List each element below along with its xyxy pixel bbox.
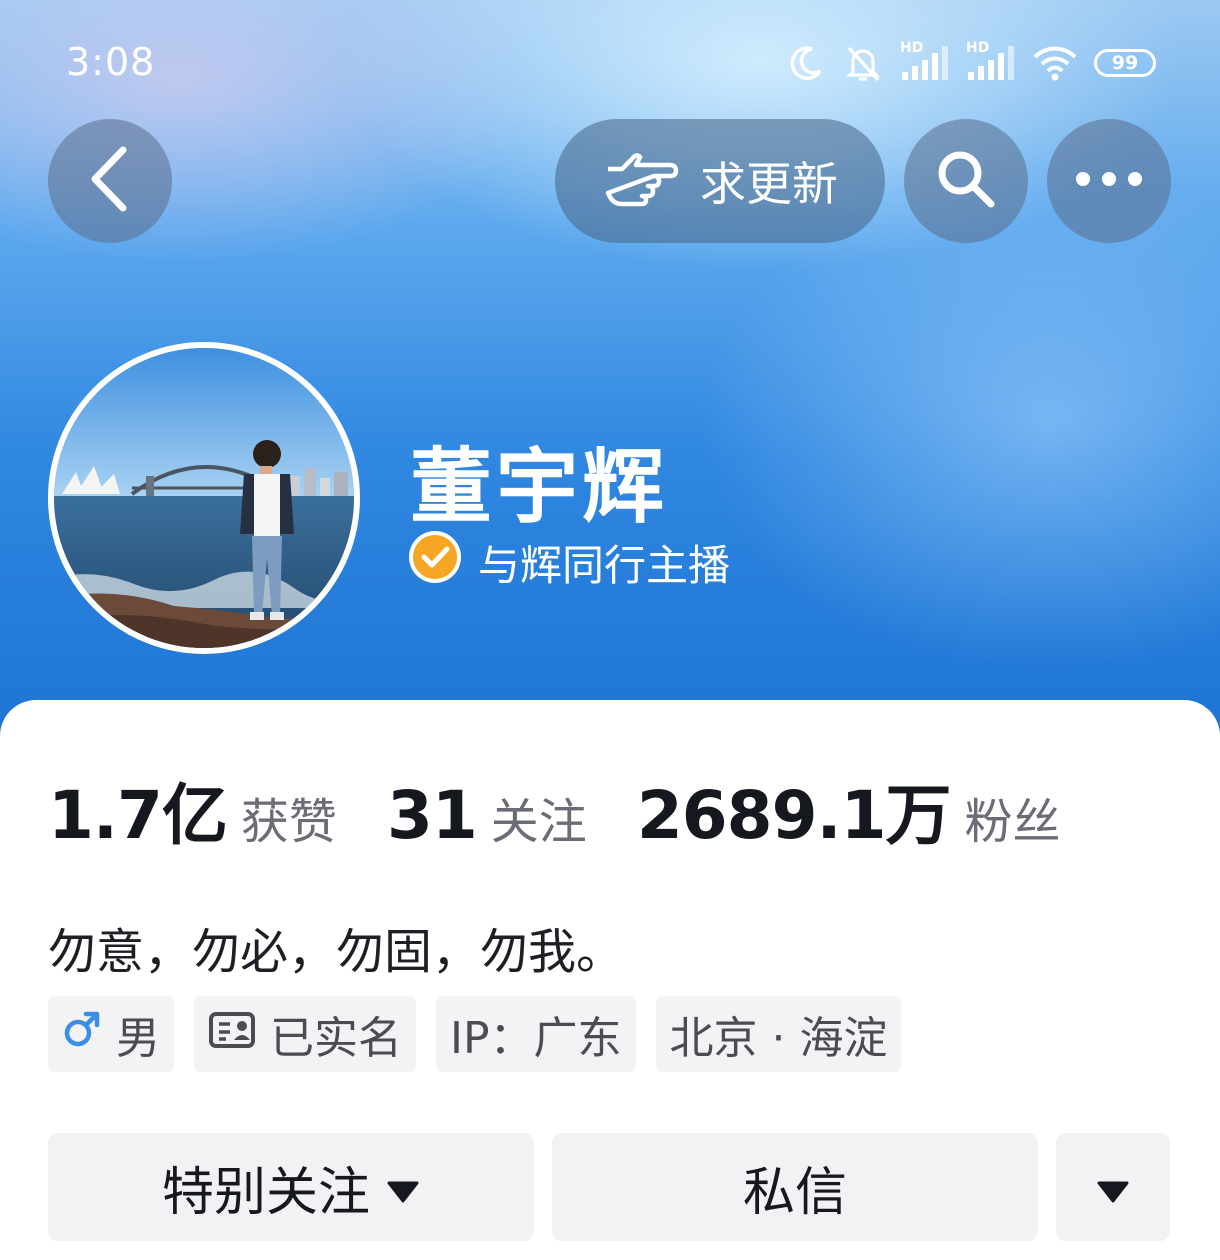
moon-icon [786,43,826,83]
avatar[interactable] [48,342,360,654]
chevron-left-icon [85,144,135,218]
more-actions-button[interactable] [1056,1133,1170,1241]
male-icon [62,1009,102,1060]
battery-icon: 99 [1094,49,1156,77]
tag-location: 北京 · 海淀 [655,996,902,1072]
profile-name: 董宇辉 [410,440,669,535]
following-count: 31 [386,777,478,854]
request-update-button[interactable]: 求更新 [555,119,885,243]
special-follow-button[interactable]: 特别关注 [48,1133,534,1241]
message-button[interactable]: 私信 [552,1133,1038,1241]
gender-label: 男 [116,1013,160,1064]
request-update-label: 求更新 [700,157,838,211]
tag-verified-name[interactable]: 已实名 [194,996,416,1072]
status-time: 3:08 [66,40,156,84]
action-buttons: 特别关注 私信 [48,1133,1170,1241]
signal-hd-label: HD [900,40,924,56]
status-bar: 3:08 HD HD 99 [0,40,1220,84]
pointing-hand-icon [602,145,679,218]
search-button[interactable] [904,119,1028,243]
more-dots-icon [1073,169,1145,193]
followers-count: 2689.1万 [636,777,952,854]
signal-hd-label: HD [966,40,990,56]
stat-likes[interactable]: 1.7亿 获赞 [48,762,337,858]
profile-tags: 男 已实名 IP：广东 北京 · 海淀 [48,996,902,1072]
tag-ip: IP：广东 [436,996,636,1072]
likes-label: 获赞 [240,794,337,850]
avatar-photo [54,348,354,648]
status-icons: HD HD 99 [786,40,1156,84]
stats-row: 1.7亿 获赞 31 关注 2689.1万 粉丝 [48,762,1061,858]
stat-followers[interactable]: 2689.1万 粉丝 [637,762,1061,858]
verified-name-label: 已实名 [270,1013,402,1064]
verified-title-label: 与辉同行主播 [478,540,731,590]
special-follow-label: 特别关注 [161,1162,370,1223]
following-label: 关注 [490,794,587,850]
location-label: 北京 · 海淀 [669,1013,888,1064]
mute-bell-icon [842,42,884,84]
profile-bio: 勿意，勿必，勿固，勿我。 [48,924,625,980]
ip-label: IP：广东 [450,1013,622,1064]
wifi-icon [1032,44,1078,82]
verified-check-icon [408,530,462,594]
tag-gender: 男 [48,996,174,1072]
back-button[interactable] [48,119,172,243]
verified-title[interactable]: 与辉同行主播 [408,530,730,594]
stat-following[interactable]: 31 关注 [387,777,587,854]
more-button[interactable] [1047,119,1171,243]
caret-down-icon [1096,1157,1130,1217]
id-card-icon [208,1009,256,1060]
caret-down-icon [386,1157,420,1217]
search-icon [933,146,999,216]
signal-icon-2: HD [966,40,1016,82]
message-label: 私信 [742,1162,847,1223]
signal-icon: HD [900,40,950,82]
followers-label: 粉丝 [964,794,1061,850]
likes-count: 1.7亿 [48,777,228,854]
